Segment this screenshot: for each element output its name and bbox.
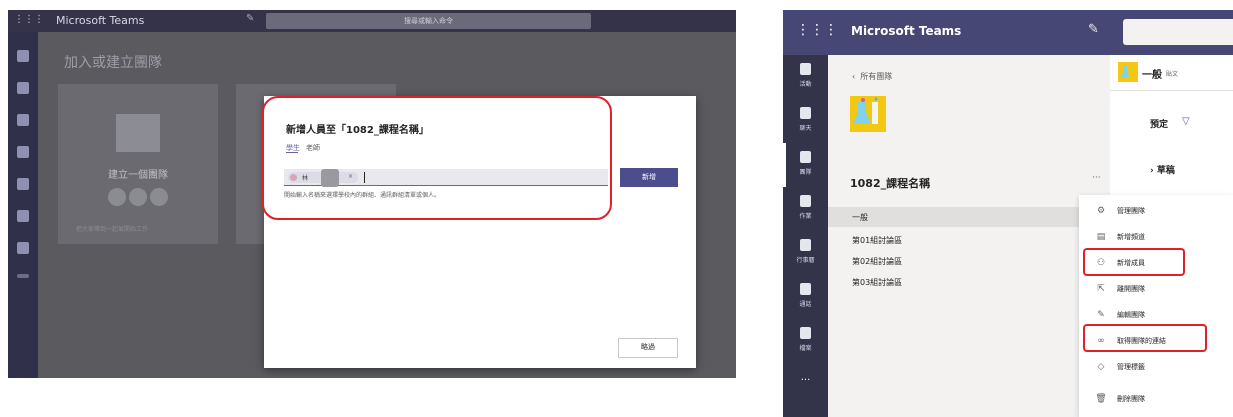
drafts-folder[interactable]: › 草稿	[1150, 163, 1175, 176]
search-input[interactable]: 搜尋或輸入命令	[266, 13, 591, 29]
app-title: Microsoft Teams	[56, 14, 145, 27]
trash-icon: 🗑	[1095, 394, 1107, 404]
rail-label: 作業	[799, 213, 812, 220]
assignments-icon	[800, 195, 811, 207]
menu-item-delete-team[interactable]: 🗑 刪除團隊	[1079, 388, 1233, 412]
menu-label: 刪除團隊	[1117, 395, 1145, 403]
app-launcher-icon[interactable]: ⋮⋮⋮	[796, 22, 838, 38]
rail-item-activity[interactable]: 活動	[783, 55, 828, 99]
more-options-icon[interactable]: ···	[1092, 173, 1101, 183]
tag-icon: ◇	[1097, 362, 1105, 372]
left-screenshot: ⋮⋮⋮ Microsoft Teams ✎ 搜尋或輸入命令 加入或建立團隊 建立…	[8, 10, 736, 378]
assignments-icon[interactable]	[17, 146, 29, 158]
team-name: 1082_課程名稱	[850, 177, 931, 190]
channel-item[interactable]: 一般	[852, 212, 868, 223]
teams-icon	[800, 151, 811, 163]
files-icon	[800, 327, 811, 339]
bell-icon	[800, 63, 811, 75]
scheduled-label[interactable]: 預定	[1150, 117, 1168, 130]
teams-icon[interactable]	[17, 114, 29, 126]
avatar-icon	[129, 188, 147, 206]
filter-icon[interactable]: ▽	[1182, 116, 1190, 127]
more-apps-icon[interactable]: ···	[783, 375, 828, 386]
team-avatar	[850, 96, 886, 132]
app-rail: 活動 聊天 團隊 作業 行事曆 通話 檔案 ···	[783, 55, 828, 417]
tab-posts[interactable]: 貼文	[1166, 69, 1178, 78]
menu-label: 管理標籤	[1117, 363, 1145, 371]
bell-icon[interactable]	[17, 50, 29, 62]
drafts-label: 草稿	[1156, 166, 1175, 176]
menu-item-manage-team[interactable]: ⚙ 管理團隊	[1079, 200, 1233, 224]
team-avatar	[1118, 62, 1138, 82]
add-button[interactable]: 新增	[620, 168, 678, 187]
rail-item-assignments[interactable]: 作業	[783, 187, 828, 231]
top-bar: ⋮⋮⋮ Microsoft Teams ✎	[783, 10, 1233, 55]
files-icon[interactable]	[17, 242, 29, 254]
back-to-all-teams[interactable]: ‹ 所有團隊	[852, 71, 892, 82]
avatar-icon	[150, 188, 168, 206]
menu-label: 新增頻道	[1117, 233, 1145, 241]
more-icon[interactable]	[17, 274, 29, 278]
skip-button[interactable]: 略過	[618, 338, 678, 358]
team-image-icon	[116, 114, 160, 152]
menu-item-add-channel[interactable]: ▤ 新增頻道	[1079, 226, 1233, 250]
team-options-menu: ⚙ 管理團隊 ▤ 新增頻道 ⚇ 新增成員 ⇱ 離開團隊 ✎ 編輯團隊 ∞ 取得團…	[1079, 195, 1233, 417]
menu-item-leave-team[interactable]: ⇱ 離開團隊	[1079, 278, 1233, 302]
create-team-description: 把大家帶到一起並開始工作	[76, 226, 149, 233]
highlight-annotation	[1083, 324, 1207, 352]
avatar-icon	[108, 188, 126, 206]
menu-label: 管理團隊	[1117, 207, 1145, 215]
rail-label: 活動	[799, 81, 812, 88]
channel-icon: ▤	[1096, 232, 1106, 242]
chat-icon[interactable]	[17, 82, 29, 94]
highlight-annotation	[1083, 248, 1185, 276]
highlight-annotation	[262, 96, 612, 220]
compose-icon[interactable]: ✎	[246, 13, 254, 24]
rail-label: 行事曆	[796, 257, 815, 264]
channel-item[interactable]: 第02組討論區	[852, 256, 902, 267]
back-label: 所有團隊	[860, 72, 893, 81]
phone-icon[interactable]	[17, 210, 29, 222]
page-title: 加入或建立團隊	[64, 55, 162, 71]
rail-label: 檔案	[799, 345, 812, 352]
rail-label: 團隊	[799, 169, 812, 176]
calendar-icon[interactable]	[17, 178, 29, 190]
menu-item-manage-tags[interactable]: ◇ 管理標籤	[1079, 356, 1233, 380]
rail-item-calendar[interactable]: 行事曆	[783, 231, 828, 275]
rail-item-teams[interactable]: 團隊	[783, 143, 828, 187]
selected-channel-bg	[828, 207, 1110, 227]
rail-item-chat[interactable]: 聊天	[783, 99, 828, 143]
channel-item[interactable]: 第01組討論區	[852, 235, 902, 246]
channel-title: 一般	[1142, 70, 1162, 81]
rail-item-files[interactable]: 檔案	[783, 319, 828, 363]
right-screenshot: ⋮⋮⋮ Microsoft Teams ✎ 活動 聊天 團隊 作業 行事曆 通話	[783, 10, 1233, 417]
create-team-title: 建立一個團隊	[108, 170, 168, 181]
app-title: Microsoft Teams	[851, 24, 962, 38]
create-team-card[interactable]: 建立一個團隊 把大家帶到一起並開始工作	[58, 84, 218, 244]
phone-icon	[800, 283, 811, 295]
leave-icon: ⇱	[1097, 284, 1105, 294]
active-rail-indicator	[783, 143, 786, 187]
edit-icon: ✎	[1097, 310, 1105, 320]
search-input[interactable]	[1123, 19, 1233, 45]
compose-icon[interactable]: ✎	[1088, 22, 1099, 37]
rail-item-calls[interactable]: 通話	[783, 275, 828, 319]
channel-item[interactable]: 第03組討論區	[852, 277, 902, 288]
team-panel: ‹ 所有團隊 1082_課程名稱 ··· 一般 第01組討論區 第02組討論區 …	[828, 55, 1110, 417]
rail-label: 通話	[799, 301, 812, 308]
channel-header: 一般 貼文	[1110, 55, 1233, 91]
chat-icon	[800, 107, 811, 119]
rail-label: 聊天	[799, 125, 812, 132]
calendar-icon	[800, 239, 811, 251]
app-rail	[8, 32, 38, 378]
app-launcher-icon[interactable]: ⋮⋮⋮	[14, 14, 44, 26]
top-bar: ⋮⋮⋮ Microsoft Teams ✎ 搜尋或輸入命令	[8, 10, 736, 32]
gear-icon: ⚙	[1096, 206, 1106, 216]
menu-label: 編輯團隊	[1117, 311, 1145, 319]
menu-label: 離開團隊	[1117, 285, 1145, 293]
